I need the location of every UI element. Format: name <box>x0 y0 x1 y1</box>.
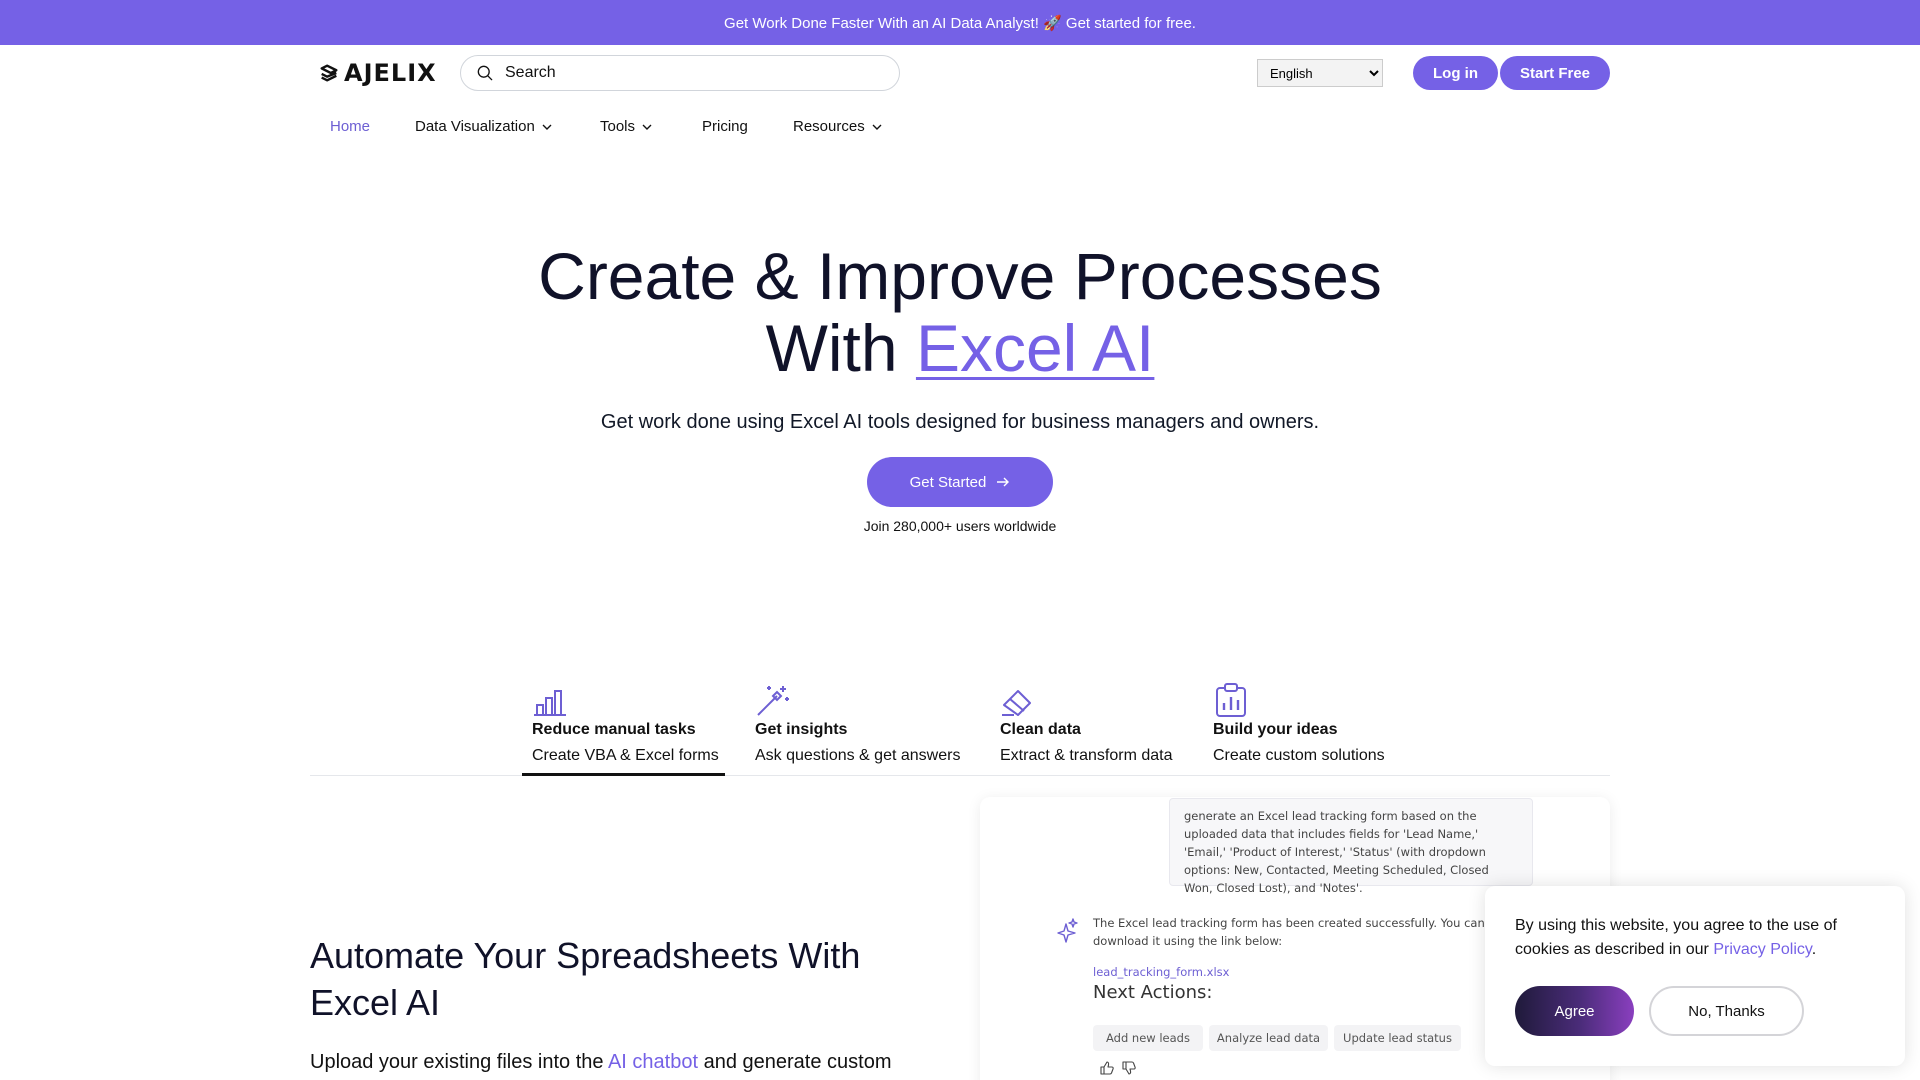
language-select[interactable]: English <box>1257 59 1383 87</box>
download-file-link[interactable]: lead_tracking_form.xlsx <box>1093 965 1229 979</box>
hero-title-prefix: With <box>765 311 916 385</box>
magic-wand-icon <box>757 686 789 716</box>
tab-build-your-ideas[interactable]: Build your ideas Create custom solutions <box>1213 683 1385 765</box>
search-input[interactable] <box>505 64 865 82</box>
hero-title-accent-link[interactable]: Excel AI <box>916 311 1154 385</box>
nav-item-label: Pricing <box>702 118 748 135</box>
thumbs-up-icon[interactable] <box>1099 1060 1115 1076</box>
bar-chart-icon <box>534 690 566 716</box>
chevron-down-icon <box>872 124 882 130</box>
chevron-down-icon <box>642 124 652 130</box>
section-text: Upload your existing files into the AI c… <box>310 1051 930 1074</box>
nav-item-label: Tools <box>600 118 636 135</box>
tab-clean-data[interactable]: Clean data Extract & transform data <box>1000 683 1173 765</box>
action-chip[interactable]: Add new leads <box>1093 1025 1203 1051</box>
start-free-button[interactable]: Start Free <box>1500 56 1610 90</box>
tab-title: Reduce manual tasks <box>532 721 696 738</box>
tab-subtitle: Extract & transform data <box>1000 747 1173 764</box>
tab-title: Get insights <box>755 721 848 738</box>
thumbs-down-icon[interactable] <box>1121 1060 1137 1076</box>
nav-item-data-visualization[interactable]: Data Visualization <box>415 118 553 135</box>
tab-title: Build your ideas <box>1213 721 1338 738</box>
nav-item-tools[interactable]: Tools <box>600 118 653 135</box>
tab-subtitle: Create VBA & Excel forms <box>532 747 719 764</box>
tab-subtitle: Ask questions & get answers <box>755 747 961 764</box>
hero-title-line2: With Excel AI <box>0 312 1920 384</box>
promo-banner[interactable]: Get Work Done Faster With an AI Data Ana… <box>0 0 1920 45</box>
get-started-button[interactable]: Get Started <box>867 457 1053 507</box>
cookie-text: By using this website, you agree to the … <box>1515 914 1875 962</box>
user-prompt: generate an Excel lead tracking form bas… <box>1169 798 1533 895</box>
nav-item-label: Resources <box>793 118 865 135</box>
header: AJELIX English Log in Start Free <box>0 45 1920 101</box>
section-text-prefix: Upload your existing files into the <box>310 1051 608 1073</box>
search-box[interactable] <box>460 55 900 91</box>
main-nav: Home Data Visualization Tools Pricing Re… <box>0 118 1920 144</box>
social-proof: Join 280,000+ users worldwide <box>863 518 1057 534</box>
cookie-text-suffix: . <box>1811 941 1817 958</box>
action-chip[interactable]: Update lead status <box>1334 1025 1461 1051</box>
eraser-icon <box>1002 690 1031 716</box>
tab-subtitle: Create custom solutions <box>1213 747 1385 764</box>
nav-item-label: Home <box>330 118 371 135</box>
tab-reduce-manual-tasks[interactable]: Reduce manual tasks Create VBA & Excel f… <box>532 683 719 765</box>
sparkle-icon <box>1057 918 1078 943</box>
arrow-right-icon <box>997 477 1010 487</box>
tabs-divider <box>310 775 1610 776</box>
logo-icon <box>320 64 338 82</box>
nav-item-home[interactable]: Home <box>330 118 370 135</box>
clipboard-chart-icon <box>1216 683 1246 717</box>
agree-button[interactable]: Agree <box>1515 986 1634 1036</box>
action-chip[interactable]: Analyze lead data <box>1209 1025 1328 1051</box>
section-title: Automate Your Spreadsheets With Excel AI <box>310 935 861 1023</box>
nav-item-pricing[interactable]: Pricing <box>702 118 748 135</box>
login-button[interactable]: Log in <box>1413 56 1498 90</box>
hero-subtitle: Get work done using Excel AI tools desig… <box>600 411 1320 433</box>
get-started-label: Get Started <box>909 473 987 491</box>
chevron-down-icon <box>542 124 552 130</box>
hero-title: Create & Improve Processes With Excel AI <box>0 240 1920 384</box>
hero-title-line1: Create & Improve Processes <box>538 239 1382 313</box>
privacy-policy-link[interactable]: Privacy Policy <box>1713 941 1811 958</box>
tab-get-insights[interactable]: Get insights Ask questions & get answers <box>755 683 960 765</box>
nav-item-label: Data Visualization <box>415 118 535 135</box>
logo[interactable]: AJELIX <box>318 59 437 87</box>
search-icon <box>477 65 493 81</box>
next-actions-title: Next Actions: <box>1093 982 1213 1003</box>
tab-title: Clean data <box>1000 721 1081 738</box>
nav-item-resources[interactable]: Resources <box>793 118 883 135</box>
ai-chatbot-link[interactable]: AI chatbot <box>608 1051 698 1073</box>
cookie-banner: By using this website, you agree to the … <box>1485 886 1905 1066</box>
promo-banner-text[interactable]: Get Work Done Faster With an AI Data Ana… <box>724 14 1196 32</box>
no-thanks-button[interactable]: No, Thanks <box>1649 986 1804 1036</box>
assistant-reply: The Excel lead tracking form has been cr… <box>1093 916 1485 948</box>
active-tab-indicator <box>522 773 725 776</box>
section-text-suffix: and generate custom <box>698 1051 892 1073</box>
logo-text: AJELIX <box>344 59 437 87</box>
